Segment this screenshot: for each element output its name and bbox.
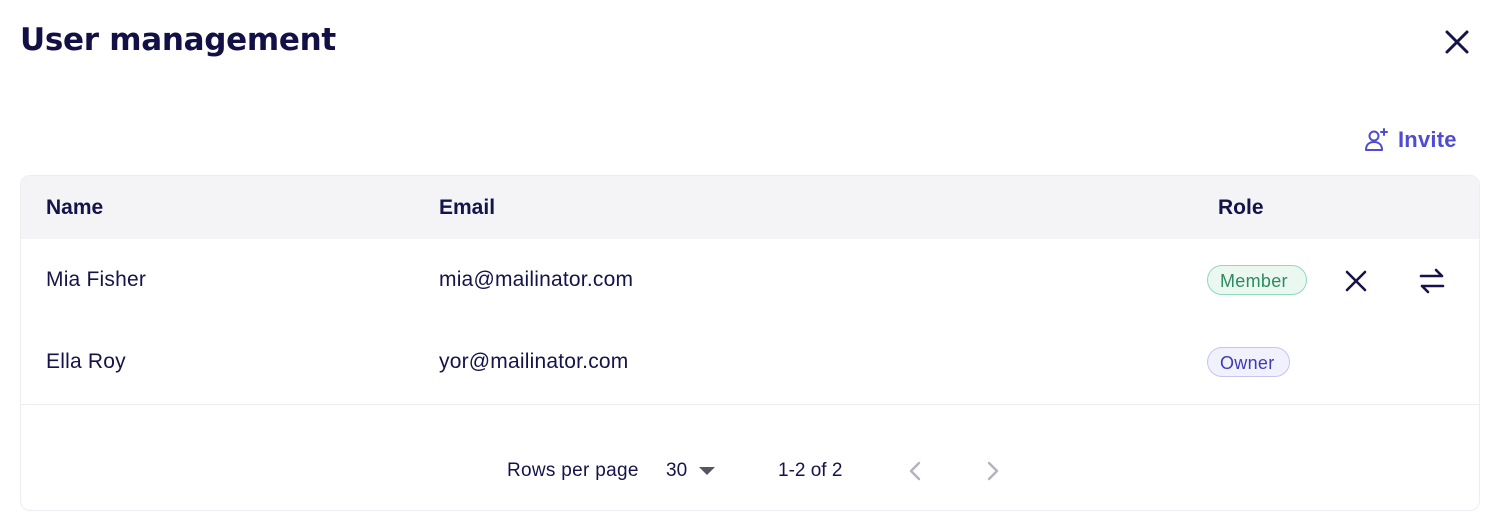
transfer-icon: [1419, 268, 1445, 294]
role-badge-member: Member: [1207, 265, 1307, 295]
close-icon: [1445, 30, 1469, 54]
page-title: User management: [20, 22, 336, 58]
invite-label: Invite: [1398, 127, 1457, 152]
user-email: mia@mailinator.com: [439, 268, 634, 291]
previous-page-button[interactable]: [901, 456, 931, 486]
table-row: Mia Fisher mia@mailinator.com Member: [21, 240, 1479, 322]
user-name: Mia Fisher: [46, 268, 147, 291]
user-email: yor@mailinator.com: [439, 350, 629, 373]
users-table: Name Email Role Mia Fisher mia@mailinato…: [20, 175, 1480, 511]
column-header-role[interactable]: Role: [1218, 196, 1264, 220]
page-range: 1-2 of 2: [778, 460, 843, 481]
next-page-button[interactable]: [977, 456, 1007, 486]
invite-button[interactable]: Invite: [1362, 122, 1457, 158]
user-name: Ella Roy: [46, 350, 126, 373]
chevron-left-icon: [909, 461, 921, 481]
table-row: Ella Roy yor@mailinator.com Owner: [21, 322, 1479, 405]
chevron-right-icon: [987, 461, 999, 481]
table-header: Name Email Role: [21, 176, 1479, 239]
close-button[interactable]: [1437, 22, 1477, 62]
rows-per-page-value: 30: [666, 460, 688, 481]
add-user-icon: [1365, 128, 1388, 151]
transfer-ownership-button[interactable]: [1416, 265, 1448, 297]
column-header-name[interactable]: Name: [46, 196, 103, 220]
rows-per-page-select[interactable]: 30: [666, 456, 716, 486]
remove-user-button[interactable]: [1340, 265, 1372, 297]
remove-icon: [1345, 270, 1367, 292]
role-badge-owner: Owner: [1207, 347, 1290, 377]
pagination: Rows per page 30 1-2 of 2: [21, 404, 1479, 510]
column-header-email[interactable]: Email: [439, 196, 495, 220]
chevron-down-icon: [699, 467, 716, 475]
rows-per-page-label: Rows per page: [507, 460, 639, 481]
